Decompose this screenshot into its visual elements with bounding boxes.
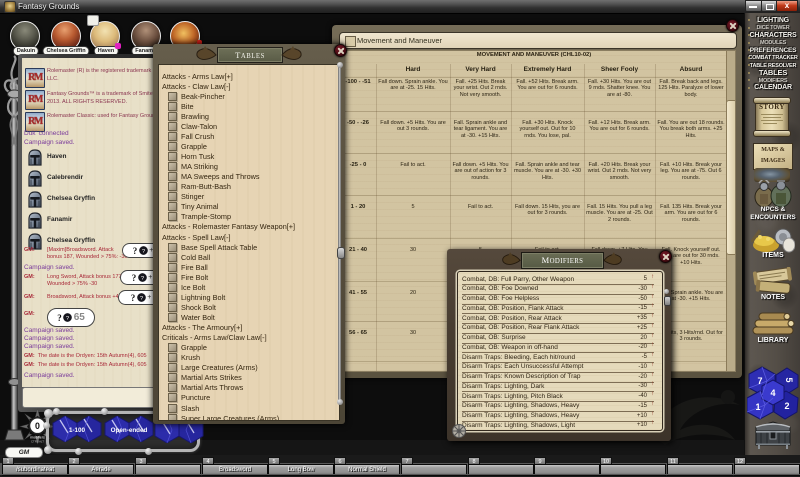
svg-text:0: 0: [35, 421, 40, 431]
svg-text:2: 2: [784, 401, 789, 411]
svg-text:CTRL/ALT: CTRL/ALT: [31, 440, 44, 444]
svg-text:4: 4: [770, 388, 775, 398]
svg-text:Open-ended: Open-ended: [111, 427, 148, 434]
svg-text:1-100: 1-100: [69, 427, 86, 434]
svg-text:1: 1: [755, 402, 760, 412]
svg-text:5: 5: [784, 377, 794, 382]
svg-text:7: 7: [757, 376, 762, 386]
